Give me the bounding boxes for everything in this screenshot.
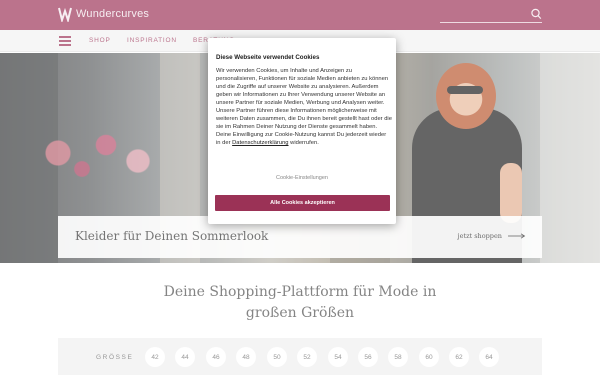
cookie-settings-link[interactable]: Cookie-Einstellungen [208, 175, 396, 181]
cookie-dialog-text: Wir verwenden Cookies, um Inhalte und An… [216, 67, 392, 147]
cookie-text-body: Wir verwenden Cookies, um Inhalte und An… [216, 68, 392, 146]
cookie-text-end: widerrufen. [288, 140, 319, 146]
accept-all-cookies-button[interactable]: Alle Cookies akzeptieren [215, 195, 390, 211]
cookie-dialog-title: Diese Webseite verwendet Cookies [216, 54, 320, 61]
cookie-consent-dialog: Diese Webseite verwendet Cookies Wir ver… [208, 38, 396, 224]
privacy-policy-link[interactable]: Datenschutzerklärung [232, 140, 288, 146]
